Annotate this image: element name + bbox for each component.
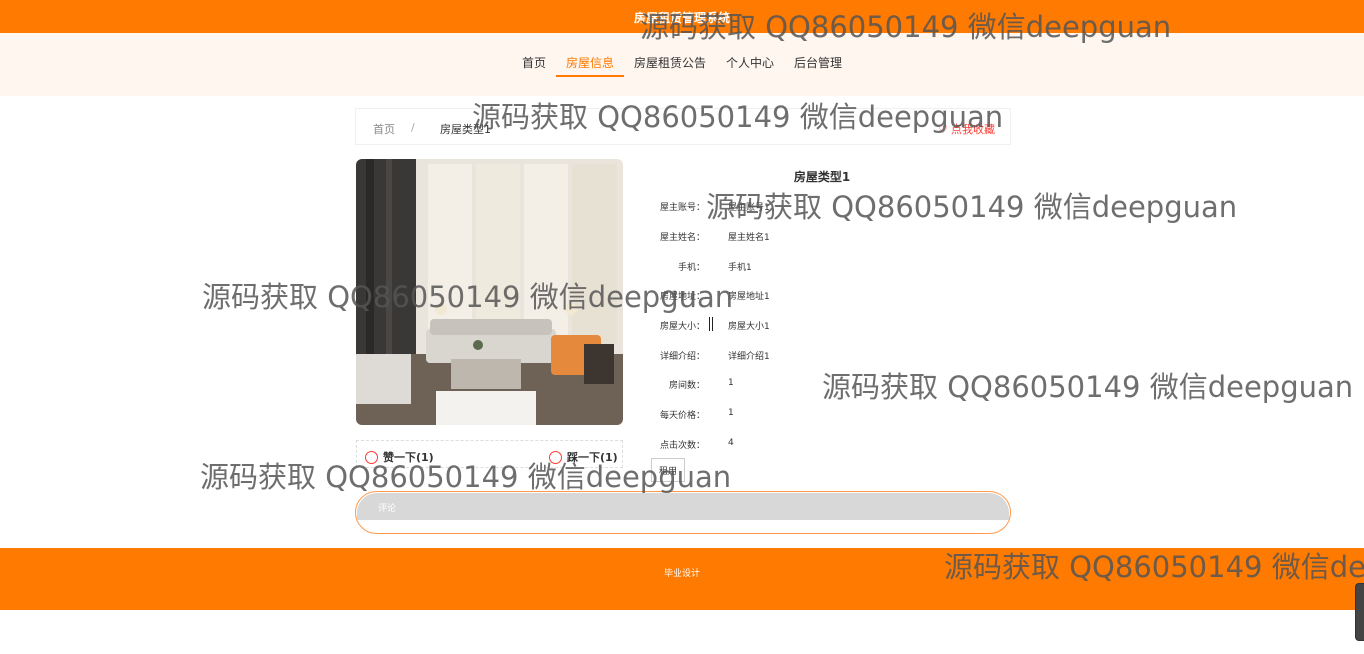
footer-text: 毕业设计 <box>663 569 700 579</box>
breadcrumb: 首页 / 房屋类型1 ♡ 点我收藏 <box>355 108 1011 145</box>
nav-item-personal-center[interactable]: 个人中心 <box>716 55 784 77</box>
living-room-image <box>356 159 623 425</box>
field-value: 4 <box>728 438 734 448</box>
comment-input[interactable]: 评论 <box>355 491 1011 534</box>
field-label: 屋主账号： <box>659 203 705 213</box>
comment-placeholder: 评论 <box>378 504 397 514</box>
nav-item-home[interactable]: 首页 <box>512 55 556 77</box>
field-label: 手机： <box>677 263 705 273</box>
watermark: 源码获取 QQ86050149 微信deepguan <box>706 190 1238 224</box>
breadcrumb-home[interactable]: 首页 <box>373 121 395 137</box>
field-label: 每天价格： <box>659 411 705 421</box>
house-photo <box>356 159 623 425</box>
nav-item-house-info[interactable]: 房屋信息 <box>555 55 624 77</box>
heart-icon: ♡ <box>938 122 948 136</box>
text-cursor-icon <box>709 317 713 331</box>
footer: 毕业设计 <box>0 548 1364 610</box>
field-value: 屋主姓名1 <box>728 233 770 243</box>
field-label: 房屋地址： <box>659 292 705 302</box>
field-label: 房屋大小： <box>659 322 705 332</box>
side-widget[interactable] <box>1355 583 1364 641</box>
field-label: 详细介绍： <box>659 352 705 362</box>
breadcrumb-separator: / <box>411 121 415 134</box>
detail-title: 房屋类型1 <box>793 170 851 184</box>
field-value: 屋主账号1 <box>728 203 770 213</box>
frown-icon <box>549 450 562 464</box>
nav-item-admin[interactable]: 后台管理 <box>784 55 852 77</box>
field-value: 详细介绍1 <box>728 352 770 362</box>
dislike-button[interactable]: 踩一下(1) <box>549 449 618 465</box>
field-value: 1 <box>728 408 734 418</box>
rent-button[interactable]: 租用 <box>651 458 685 482</box>
field-value: 1 <box>728 378 734 388</box>
watermark: 源码获取 QQ86050149 微信deepguan <box>822 370 1354 404</box>
like-button[interactable]: 赞一下(1) <box>365 449 434 465</box>
top-header: 房屋租赁管理系统 <box>0 0 1364 33</box>
field-label: 点击次数： <box>659 441 705 451</box>
field-value: 手机1 <box>728 263 752 273</box>
favorite-label: 点我收藏 <box>951 123 995 136</box>
breadcrumb-current: 房屋类型1 <box>440 123 491 136</box>
main-nav: 首页 房屋信息 房屋租赁公告 个人中心 后台管理 <box>0 55 1364 77</box>
dislike-label: 踩一下(1) <box>567 451 618 464</box>
field-label: 屋主姓名： <box>659 233 705 243</box>
site-title: 房屋租赁管理系统 <box>633 11 730 25</box>
favorite-button[interactable]: ♡ 点我收藏 <box>938 121 995 137</box>
field-label: 房间数： <box>668 381 705 391</box>
comment-input-fill <box>357 493 1009 520</box>
vote-box: 赞一下(1) 踩一下(1) <box>356 440 623 468</box>
field-value: 房屋大小1 <box>728 322 770 332</box>
nav-bar: 首页 房屋信息 房屋租赁公告 个人中心 后台管理 <box>0 33 1364 96</box>
smile-icon <box>365 450 378 464</box>
field-value: 房屋地址1 <box>728 292 770 302</box>
nav-item-announcements[interactable]: 房屋租赁公告 <box>624 55 716 77</box>
like-label: 赞一下(1) <box>383 451 434 464</box>
